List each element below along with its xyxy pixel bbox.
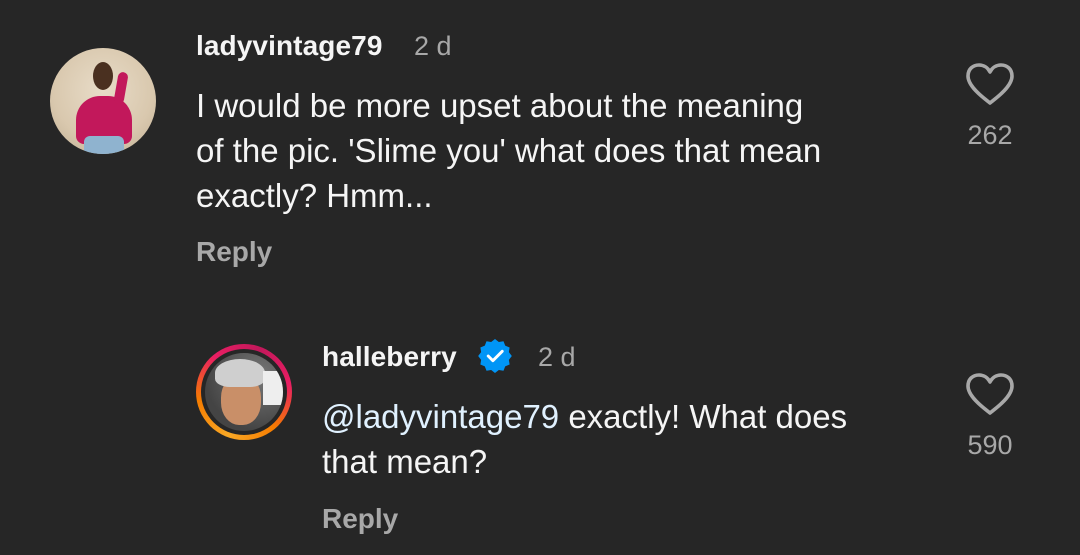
avatar-arm <box>113 71 129 105</box>
comment-text-line: exactly? Hmm... <box>196 177 433 214</box>
comment-username[interactable]: ladyvintage79 <box>196 30 383 62</box>
like-button[interactable]: 262 <box>950 62 1030 151</box>
comment-text: I would be more upset about the meaning … <box>196 83 821 218</box>
comment-text-line: of the pic. 'Slime you' what does that m… <box>196 132 822 169</box>
verified-badge-icon <box>478 339 512 373</box>
like-count: 590 <box>967 430 1013 460</box>
avatar-legs <box>84 136 124 154</box>
avatar-hair <box>215 359 265 387</box>
avatar-background <box>263 371 283 405</box>
comment-item: ladyvintage79 2 d I would be more upset … <box>0 0 1080 300</box>
mention-link[interactable]: @ladyvintage79 <box>322 398 559 435</box>
avatar[interactable] <box>50 48 156 154</box>
heart-outline-icon[interactable] <box>964 372 1016 416</box>
avatar-head <box>93 62 113 90</box>
story-ring-avatar[interactable] <box>196 344 292 440</box>
avatar <box>205 353 283 431</box>
like-count: 262 <box>967 120 1013 150</box>
comment-username[interactable]: halleberry <box>322 341 457 373</box>
reply-button[interactable]: Reply <box>196 236 272 268</box>
reply-button[interactable]: Reply <box>322 503 398 535</box>
comment-text-line: @ladyvintage79 exactly! What does <box>322 394 847 439</box>
comment-timestamp: 2 d <box>538 342 576 372</box>
comment-text-line: I would be more upset about the meaning <box>196 87 804 124</box>
heart-outline-icon[interactable] <box>964 62 1016 106</box>
like-button[interactable]: 590 <box>950 372 1030 461</box>
comment-timestamp: 2 d <box>414 31 452 61</box>
comment-text-segment: exactly! What does <box>559 398 848 435</box>
comment-text: @ladyvintage79 exactly! What does that m… <box>322 394 847 484</box>
comment-text-line: that mean? <box>322 443 488 480</box>
